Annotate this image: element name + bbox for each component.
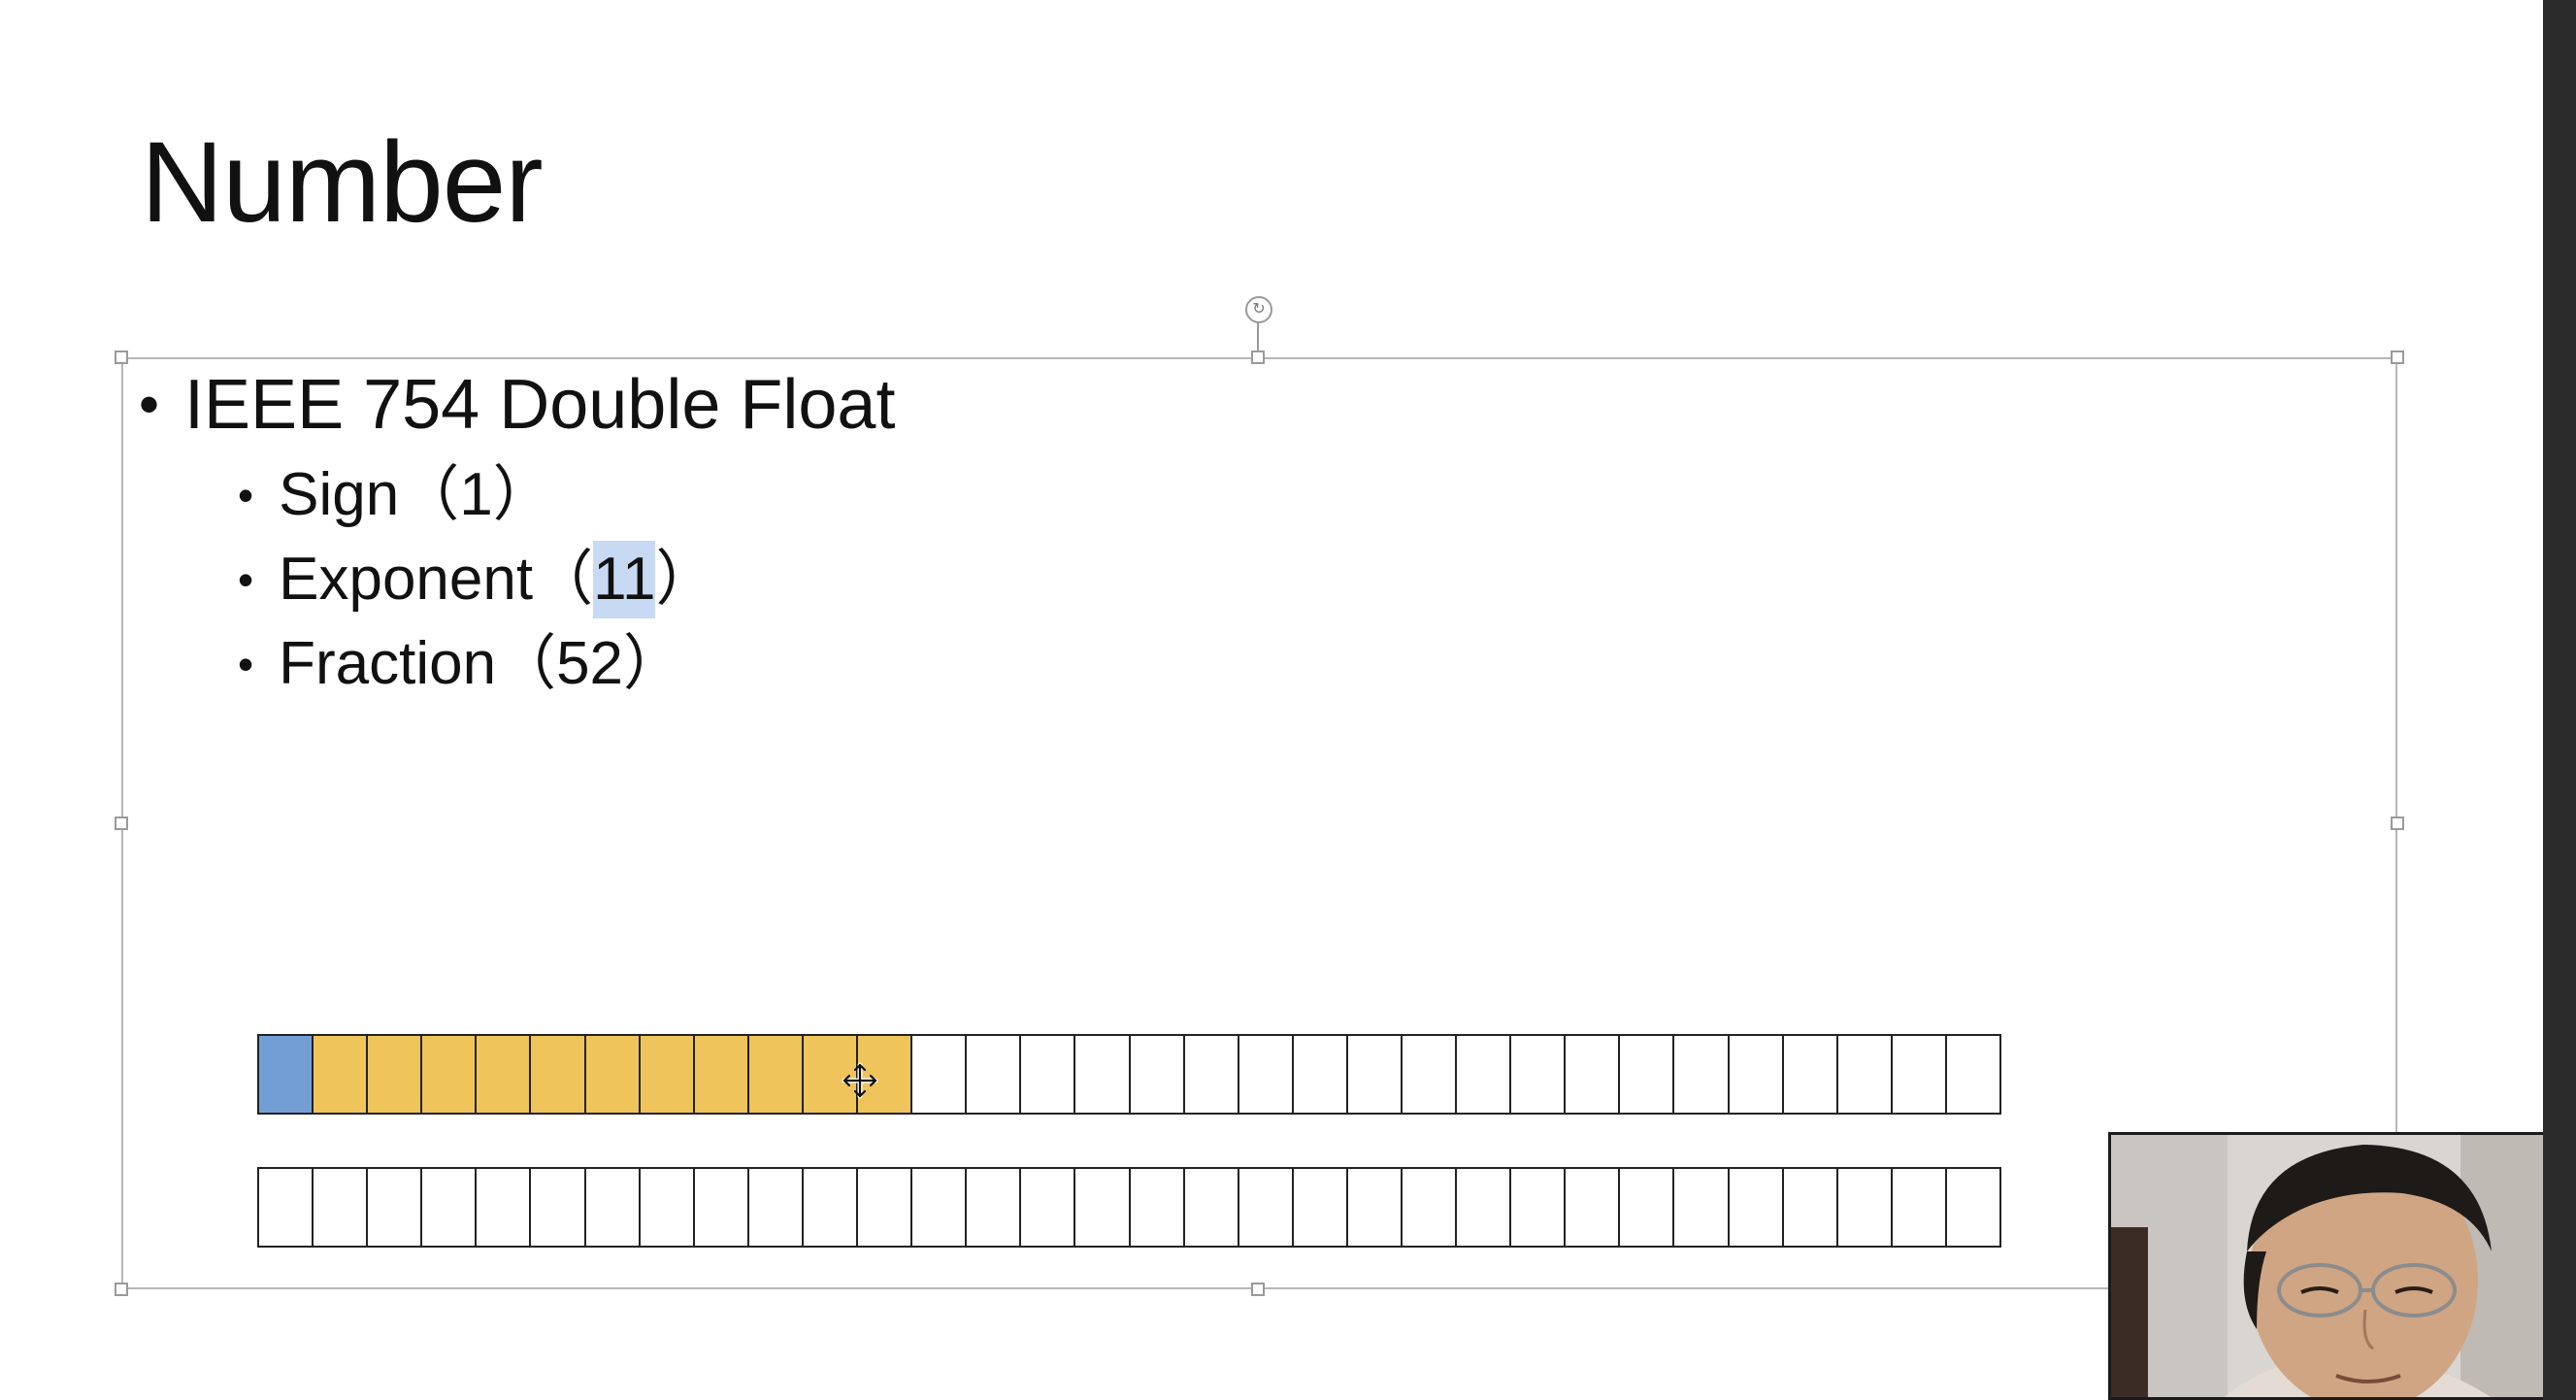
bit-cell-fraction <box>858 1169 913 1246</box>
bit-cell-fraction <box>1184 1169 1239 1246</box>
bit-cell-fraction <box>1783 1036 1838 1113</box>
bit-cell-fraction <box>1238 1036 1294 1113</box>
bit-cell-exponent <box>531 1036 586 1113</box>
bullet-exponent[interactable]: • Exponent（ 11） <box>238 541 716 618</box>
resize-handle-bottom[interactable] <box>1251 1283 1265 1296</box>
bit-cell-fraction <box>1021 1169 1076 1246</box>
bit-cell-exponent <box>314 1036 369 1113</box>
text-selection-highlight[interactable]: 11 <box>593 541 656 618</box>
bit-cell-fraction <box>694 1169 749 1246</box>
bit-cell-fraction <box>1293 1036 1348 1113</box>
bit-cell-exponent <box>368 1036 423 1113</box>
bit-cell-fraction <box>1402 1169 1458 1246</box>
window-edge <box>2543 0 2576 1400</box>
bit-cell-fraction <box>912 1036 968 1113</box>
resize-handle-top[interactable] <box>1251 350 1265 364</box>
bit-cell-fraction <box>1729 1169 1784 1246</box>
bullet-dot: • <box>238 554 254 605</box>
bit-cell-fraction <box>1511 1169 1567 1246</box>
bit-cell-fraction <box>1837 1036 1893 1113</box>
bit-cell-fraction <box>1837 1169 1893 1246</box>
bit-cell-exponent <box>477 1036 532 1113</box>
bit-cell-fraction <box>1130 1036 1185 1113</box>
bullet-main[interactable]: • IEEE 754 Double Float <box>139 361 895 449</box>
bullet-fraction-text: Fraction（52） <box>279 630 684 697</box>
bullet-dot: • <box>238 639 254 689</box>
bit-row-top[interactable] <box>257 1034 2001 1115</box>
bit-cell-fraction <box>803 1169 859 1246</box>
bit-cell-exponent <box>585 1036 641 1113</box>
bit-cell-fraction <box>1946 1036 2001 1113</box>
bit-cell-fraction <box>314 1169 369 1246</box>
bit-cell-fraction <box>1347 1036 1403 1113</box>
presenter-face <box>2111 1135 2573 1397</box>
bit-cell-exponent <box>640 1036 695 1113</box>
bit-cell-fraction <box>1402 1036 1458 1113</box>
bit-cell-fraction <box>912 1169 968 1246</box>
bit-cell-fraction <box>1620 1036 1675 1113</box>
bit-cell-fraction <box>748 1169 804 1246</box>
bit-cell-sign <box>259 1036 314 1113</box>
bit-cell-fraction <box>1238 1169 1294 1246</box>
bit-cell-fraction <box>1184 1036 1239 1113</box>
bullet-exponent-prefix: Exponent（ <box>279 546 594 613</box>
bit-cell-fraction <box>1946 1169 2001 1246</box>
bit-cell-fraction <box>967 1036 1022 1113</box>
bit-cell-fraction <box>477 1169 532 1246</box>
bullet-dot: • <box>139 372 160 437</box>
bit-cell-fraction <box>531 1169 586 1246</box>
move-cursor-icon <box>842 1062 878 1099</box>
bullet-exponent-suffix: ） <box>655 546 716 613</box>
bit-cell-fraction <box>1566 1169 1621 1246</box>
bullet-dot: • <box>238 470 254 520</box>
bit-cell-fraction <box>1457 1169 1512 1246</box>
slide-canvas: Number ↻ • IEEE 754 Double Float • Sign（… <box>0 0 2576 1400</box>
resize-handle-top-right[interactable] <box>2391 350 2404 364</box>
bit-cell-fraction <box>1130 1169 1185 1246</box>
bullet-sign[interactable]: • Sign（1） <box>238 456 553 534</box>
bit-cell-exponent <box>694 1036 749 1113</box>
bit-cell-fraction <box>1674 1036 1730 1113</box>
bit-cell-fraction <box>1620 1169 1675 1246</box>
rotate-handle-icon[interactable]: ↻ <box>1245 296 1272 323</box>
bit-cell-fraction <box>1892 1036 1947 1113</box>
bit-cell-fraction <box>1293 1169 1348 1246</box>
resize-handle-top-left[interactable] <box>115 350 128 364</box>
bit-cell-fraction <box>1566 1036 1621 1113</box>
bit-cell-fraction <box>640 1169 695 1246</box>
bit-cell-fraction <box>1783 1169 1838 1246</box>
bit-cell-fraction <box>967 1169 1022 1246</box>
bit-cell-fraction <box>1892 1169 1947 1246</box>
resize-handle-bottom-left[interactable] <box>115 1283 128 1296</box>
bit-cell-fraction <box>1347 1169 1403 1246</box>
bit-cell-fraction <box>1511 1036 1567 1113</box>
bullet-main-text: IEEE 754 Double Float <box>184 366 896 444</box>
bit-cell-fraction <box>259 1169 314 1246</box>
bit-cell-exponent <box>748 1036 804 1113</box>
bit-cell-fraction <box>1075 1036 1131 1113</box>
bit-cell-exponent <box>422 1036 478 1113</box>
bit-cell-fraction <box>1075 1169 1131 1246</box>
bullet-sign-text: Sign（1） <box>279 461 553 528</box>
bit-cell-fraction <box>585 1169 641 1246</box>
bit-cell-fraction <box>422 1169 478 1246</box>
slide-title[interactable]: Number <box>141 115 544 250</box>
bit-cell-fraction <box>1729 1036 1784 1113</box>
bullet-fraction[interactable]: • Fraction（52） <box>238 625 683 703</box>
resize-handle-left[interactable] <box>115 817 128 830</box>
bit-cell-fraction <box>1021 1036 1076 1113</box>
presenter-webcam <box>2108 1132 2576 1400</box>
bit-cell-fraction <box>1674 1169 1730 1246</box>
bit-cell-fraction <box>368 1169 423 1246</box>
bit-cell-fraction <box>1457 1036 1512 1113</box>
resize-handle-right[interactable] <box>2391 817 2404 830</box>
bit-row-bottom[interactable] <box>257 1167 2001 1248</box>
